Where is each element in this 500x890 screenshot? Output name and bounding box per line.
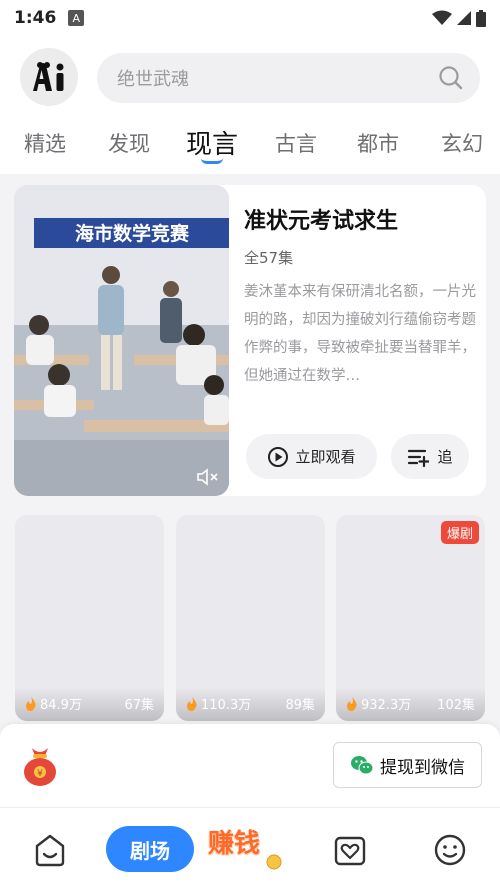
- heart-box-icon: [334, 836, 366, 866]
- coin-icon: [266, 854, 282, 870]
- tab-fantasy[interactable]: 玄幻: [441, 128, 483, 158]
- view-count: 932.3万: [346, 694, 411, 713]
- nav-theater[interactable]: 剧场: [106, 826, 194, 872]
- card-episode-count: 89集: [285, 698, 315, 713]
- category-tabs: 精选 发现 现言 古言 都市 玄幻: [0, 122, 500, 174]
- status-indicators: [432, 9, 486, 27]
- poster-banner-text: 海市数学竞赛: [75, 222, 190, 245]
- status-bar: 1:46 A: [0, 0, 500, 36]
- watch-now-label: 立即观看: [295, 448, 356, 466]
- wechat-icon: [351, 756, 374, 775]
- svg-text:¥: ¥: [37, 769, 43, 779]
- tab-urban[interactable]: 都市: [357, 128, 399, 158]
- withdraw-label: 提现到微信: [380, 757, 465, 778]
- status-time: 1:46: [14, 8, 57, 28]
- tab-modern-romance[interactable]: 现言: [186, 124, 238, 161]
- search-input[interactable]: 绝世武魂: [117, 65, 438, 91]
- add-to-list-icon: [408, 449, 430, 467]
- view-count-text: 84.9万: [40, 698, 82, 713]
- featured-drama-card[interactable]: 海市数学竞赛 准状元考试求生 全57集 姜沐堇本来有保研清北名额，一片光明的路，…: [14, 185, 486, 496]
- wifi-icon: [432, 10, 452, 25]
- view-count: 84.9万: [25, 694, 82, 713]
- card-episode-count: 67集: [124, 698, 154, 713]
- drama-description: 姜沐堇本来有保研清北名额，一片光明的路，却因为撞破刘行蕴偷窃考题作弊的事，导致被…: [244, 284, 476, 384]
- play-icon: [268, 446, 289, 467]
- follow-button[interactable]: 追: [391, 434, 469, 479]
- card-episode-count: 102集: [437, 698, 475, 713]
- view-count-text: 110.3万: [201, 698, 252, 713]
- tab-ancient-romance[interactable]: 古言: [275, 128, 317, 158]
- drama-title[interactable]: 准状元考试求生: [244, 203, 398, 235]
- tab-discover[interactable]: 发现: [108, 128, 150, 158]
- view-count: 110.3万: [186, 694, 251, 713]
- drama-grid-card[interactable]: 84.9万 67集: [15, 515, 164, 721]
- episode-count: 全57集: [244, 249, 294, 267]
- smiley-face-icon: [434, 834, 466, 866]
- mute-icon[interactable]: [196, 467, 220, 487]
- app-header: 绝世武魂: [0, 36, 500, 122]
- withdraw-to-wechat-button[interactable]: 提现到微信: [333, 742, 482, 788]
- battery-icon: [476, 9, 486, 27]
- nav-profile[interactable]: [426, 826, 474, 874]
- active-tab-indicator: [201, 158, 223, 164]
- app-logo[interactable]: [20, 48, 78, 106]
- signal-icon: [457, 11, 471, 25]
- drama-grid-card[interactable]: 110.3万 89集: [176, 515, 325, 721]
- logo-icon: [33, 62, 64, 91]
- flame-icon: [187, 696, 197, 711]
- featured-video-preview[interactable]: 海市数学竞赛: [14, 185, 229, 496]
- withdraw-bar: ¥ 提现到微信: [0, 724, 500, 807]
- notification-icon: A: [68, 10, 85, 26]
- bottom-navigation: 剧场 赚钱: [0, 807, 500, 890]
- tab-featured[interactable]: 精选: [24, 128, 66, 158]
- nav-home[interactable]: [26, 826, 74, 874]
- hot-drama-badge: 爆剧: [440, 521, 479, 544]
- red-envelope-bag-icon[interactable]: ¥: [20, 744, 60, 788]
- classroom-scene-image: 海市数学竞赛: [14, 185, 229, 496]
- home-smile-icon: [35, 834, 65, 867]
- watch-now-button[interactable]: 立即观看: [246, 434, 377, 479]
- nav-favorites[interactable]: [326, 826, 374, 874]
- follow-label: 追: [437, 448, 453, 466]
- flame-icon: [26, 696, 36, 711]
- search-bar[interactable]: 绝世武魂: [97, 53, 480, 103]
- drama-grid-card[interactable]: 爆剧 932.3万 102集: [336, 515, 485, 721]
- search-icon[interactable]: [438, 65, 464, 91]
- nav-earn[interactable]: 赚钱: [208, 823, 260, 860]
- view-count-text: 932.3万: [361, 698, 412, 713]
- flame-icon: [347, 696, 357, 711]
